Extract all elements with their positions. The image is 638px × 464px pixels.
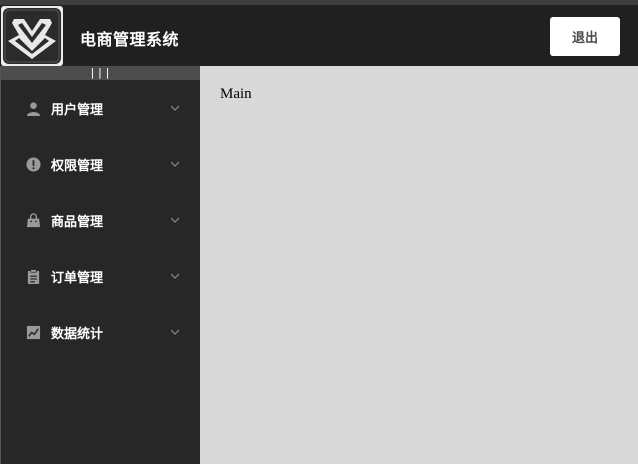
logo [1, 6, 63, 66]
sidebar-item-statistics[interactable]: 数据统计 [1, 304, 200, 360]
sidebar-item-label: 订单管理 [51, 270, 104, 286]
logout-button[interactable]: 退出 [550, 17, 620, 56]
main-label: Main [220, 86, 252, 102]
sidebar-item-permissions[interactable]: 权限管理 [1, 136, 200, 192]
sidebar: ||| 用户管理 权限管理 商品管理 订单管理 数据统计 [0, 66, 200, 464]
sidebar-item-users[interactable]: 用户管理 [1, 80, 200, 136]
sidebar-item-orders[interactable]: 订单管理 [1, 248, 200, 304]
sidebar-item-label: 权限管理 [51, 158, 104, 174]
shopping-bag-icon [25, 212, 41, 228]
chevron-diamond-logo-icon [3, 8, 61, 64]
chart-icon [25, 324, 41, 340]
chevron-down-icon [169, 326, 181, 338]
chevron-down-icon [169, 102, 181, 114]
main-content: Main [200, 66, 638, 464]
sidebar-item-label: 商品管理 [51, 214, 104, 230]
chevron-down-icon [169, 158, 181, 170]
top-header: 电商管理系统 退出 [0, 0, 638, 66]
sidebar-item-products[interactable]: 商品管理 [1, 192, 200, 248]
app-title: 电商管理系统 [80, 30, 180, 49]
exclamation-icon [25, 156, 41, 172]
sidebar-item-label: 用户管理 [51, 102, 104, 118]
user-icon [25, 100, 41, 116]
sidebar-item-label: 数据统计 [51, 326, 104, 342]
chevron-down-icon [169, 214, 181, 226]
clipboard-icon [25, 268, 41, 284]
chevron-down-icon [169, 270, 181, 282]
sidebar-collapse-toggle[interactable]: ||| [1, 66, 200, 80]
